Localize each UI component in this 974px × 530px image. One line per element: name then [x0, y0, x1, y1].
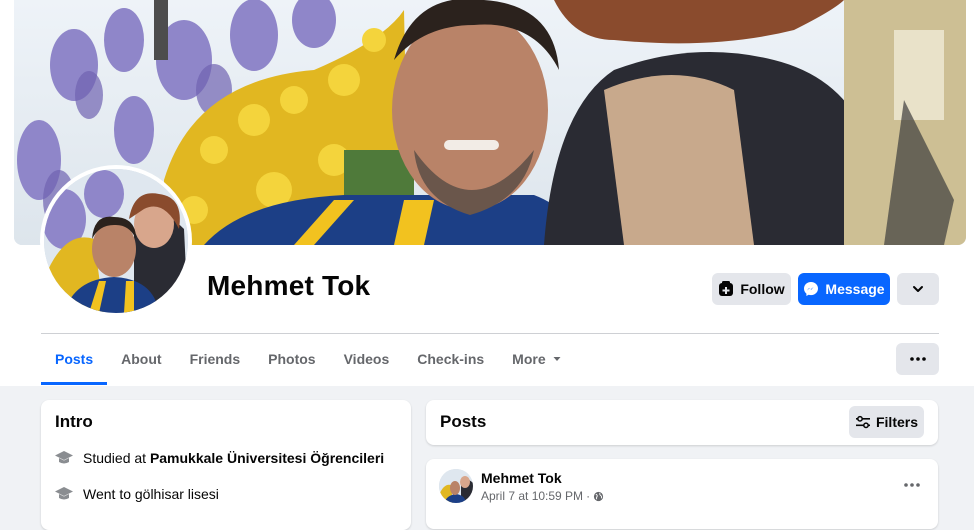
- messenger-icon: [803, 281, 819, 297]
- message-button[interactable]: Message: [798, 273, 890, 305]
- tab-check-ins[interactable]: Check-ins: [403, 334, 498, 384]
- filters-label: Filters: [875, 414, 918, 430]
- follow-button[interactable]: Follow: [712, 273, 791, 305]
- filters-button[interactable]: Filters: [849, 406, 924, 438]
- chevron-down-icon: [911, 282, 925, 296]
- post-meta: April 7 at 10:59 PM ·: [481, 489, 604, 503]
- profile-more-button[interactable]: [897, 273, 939, 305]
- graduation-cap-icon: [54, 484, 74, 504]
- filters-icon: [855, 415, 871, 429]
- tab-friends[interactable]: Friends: [176, 334, 255, 384]
- follow-label: Follow: [740, 281, 785, 297]
- tab-label: Check-ins: [417, 351, 485, 367]
- profile-picture[interactable]: [44, 169, 188, 313]
- tab-label: Photos: [268, 351, 316, 367]
- message-label: Message: [825, 281, 885, 297]
- tab-label: Videos: [343, 351, 390, 367]
- intro-item-school: Went to gölhisar lisesi: [54, 484, 219, 504]
- posts-header-card: Posts Filters: [426, 400, 938, 445]
- tab-photos[interactable]: Photos: [254, 334, 329, 384]
- tabs-more-button[interactable]: [896, 343, 939, 375]
- intro-card: Intro Studied at Pamukkale Üniversitesi …: [41, 400, 411, 530]
- ellipsis-icon: [909, 357, 926, 361]
- profile-name: Mehmet Tok: [207, 270, 371, 301]
- post-card: Mehmet Tok April 7 at 10:59 PM ·: [426, 459, 938, 529]
- profile-tabs: Posts About Friends Photos Videos Check-…: [41, 334, 576, 386]
- tab-videos[interactable]: Videos: [330, 334, 404, 384]
- tab-label: Friends: [189, 351, 241, 367]
- post-author-name[interactable]: Mehmet Tok: [481, 470, 562, 486]
- post-timestamp[interactable]: April 7 at 10:59 PM: [481, 489, 583, 503]
- posts-title: Posts: [440, 412, 487, 431]
- ellipsis-icon: [904, 483, 920, 487]
- tab-label: Posts: [55, 351, 94, 367]
- intro-item-prefix: Studied at: [83, 450, 150, 466]
- post-options-button[interactable]: [900, 473, 924, 497]
- tab-label: About: [121, 351, 162, 367]
- follow-plus-icon: [718, 281, 734, 297]
- intro-title: Intro: [55, 412, 93, 431]
- profile-header: Mehmet Tok Follow Message Posts About Fr…: [0, 0, 974, 386]
- caret-down-icon: [552, 354, 562, 364]
- tab-more[interactable]: More: [498, 334, 575, 384]
- tab-about[interactable]: About: [107, 334, 175, 384]
- intro-item-text: Went to gölhisar lisesi: [83, 486, 219, 502]
- graduation-cap-icon: [54, 448, 74, 468]
- intro-item-education: Studied at Pamukkale Üniversitesi Öğrenc…: [54, 448, 384, 468]
- tab-label: More: [512, 351, 546, 367]
- intro-item-school-link[interactable]: Pamukkale Üniversitesi Öğrencileri: [150, 450, 384, 466]
- post-author-avatar[interactable]: [439, 469, 473, 503]
- meta-separator: ·: [586, 489, 591, 503]
- globe-icon: [593, 491, 604, 502]
- tab-posts[interactable]: Posts: [41, 334, 108, 385]
